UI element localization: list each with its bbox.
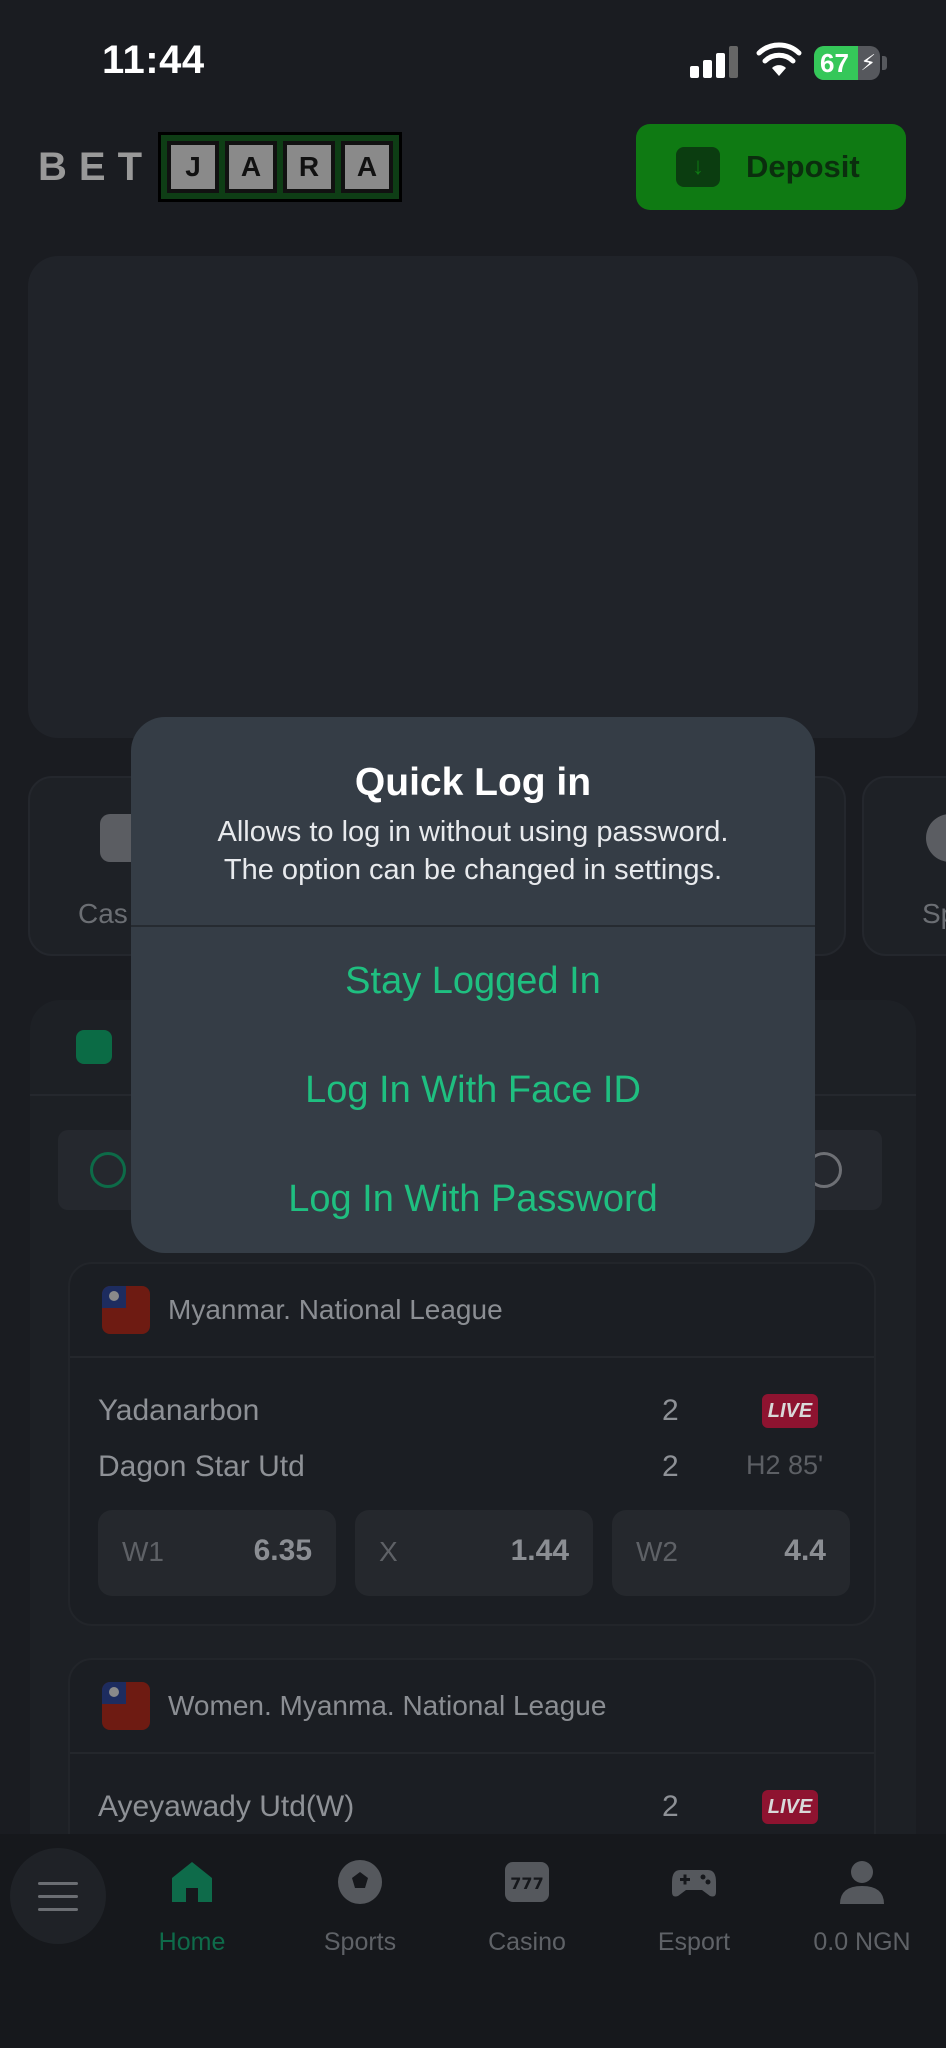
odd-label: W2 bbox=[636, 1536, 678, 1567]
dialog-message-line: The option can be changed in settings. bbox=[223, 854, 723, 886]
nav-item-account[interactable]: 0.0 NGN bbox=[782, 1858, 942, 1978]
odd-button-w2[interactable]: W2 4.4 bbox=[612, 1510, 850, 1596]
wifi-icon bbox=[756, 42, 802, 76]
odd-label: X bbox=[379, 1536, 398, 1567]
password-login-button[interactable]: Log In With Password bbox=[131, 1149, 815, 1249]
league-name: Women. Myanma. National League bbox=[168, 1690, 607, 1721]
home-icon bbox=[172, 1862, 212, 1902]
score-home: 2 bbox=[662, 1394, 679, 1427]
team-home: Yadanarbon bbox=[98, 1394, 260, 1427]
match-time: H2 85' bbox=[746, 1450, 824, 1480]
nav-item-home[interactable]: Home bbox=[112, 1858, 272, 1978]
nav-label: 0.0 NGN bbox=[813, 1928, 911, 1956]
betjara-logo[interactable]: BET J A R A bbox=[38, 132, 402, 202]
category-label: Sp bbox=[922, 898, 946, 929]
category-card-sports[interactable]: Sp bbox=[862, 776, 946, 956]
live-badge: LIVE bbox=[762, 1790, 818, 1824]
nav-item-casino[interactable]: 777 Casino bbox=[447, 1858, 607, 1978]
odd-value: 6.35 bbox=[253, 1534, 312, 1567]
odd-value: 4.4 bbox=[784, 1534, 826, 1567]
wallet-icon: ↓ bbox=[676, 147, 720, 187]
battery-cap bbox=[882, 56, 887, 70]
promo-banner[interactable] bbox=[28, 256, 918, 738]
team-away: Dagon Star Utd bbox=[98, 1450, 305, 1483]
team-home: Ayeyawady Utd(W) bbox=[98, 1790, 355, 1823]
odd-label: W1 bbox=[122, 1536, 164, 1567]
hamburger-menu-icon bbox=[38, 1882, 78, 1912]
battery-icon: 67 ⚡ bbox=[814, 46, 880, 80]
odd-value: 1.44 bbox=[510, 1534, 569, 1567]
stay-logged-in-button[interactable]: Stay Logged In bbox=[131, 931, 815, 1031]
soccer-ball-icon bbox=[338, 1860, 382, 1904]
face-id-login-button[interactable]: Log In With Face ID bbox=[131, 1040, 815, 1140]
category-label: Cas bbox=[78, 898, 128, 929]
quick-login-dialog: Quick Log in Allows to log in without us… bbox=[131, 717, 815, 1253]
dialog-message-line: Allows to log in without using password. bbox=[217, 816, 729, 848]
live-tv-icon bbox=[76, 1030, 112, 1064]
soccer-ball-icon[interactable] bbox=[90, 1152, 126, 1188]
dialog-message: Allows to log in without using password.… bbox=[131, 813, 815, 889]
dialog-title: Quick Log in bbox=[354, 761, 592, 804]
logo-tile: A bbox=[225, 141, 277, 193]
dialog-separator bbox=[131, 925, 815, 927]
odd-button-x[interactable]: X 1.44 bbox=[355, 1510, 593, 1596]
deposit-label: Deposit bbox=[746, 149, 860, 184]
deposit-button[interactable]: ↓ Deposit bbox=[636, 124, 906, 210]
myanmar-flag-icon bbox=[102, 1682, 150, 1730]
status-time: 11:44 bbox=[102, 38, 205, 82]
myanmar-flag-icon bbox=[102, 1286, 150, 1334]
nav-item-sports[interactable]: Sports bbox=[280, 1858, 440, 1978]
nav-label: Home bbox=[158, 1928, 226, 1956]
status-bar: 11:44 67 ⚡ bbox=[0, 0, 946, 120]
ball-icon bbox=[926, 814, 946, 862]
league-header: Myanmar. National League bbox=[70, 1264, 874, 1358]
logo-tile: J bbox=[167, 141, 219, 193]
odd-button-w1[interactable]: W1 6.35 bbox=[98, 1510, 336, 1596]
battery-percent: 67 bbox=[820, 48, 849, 78]
gamepad-icon bbox=[672, 1870, 716, 1897]
nav-item-esport[interactable]: Esport bbox=[614, 1858, 774, 1978]
nav-label: Casino bbox=[488, 1928, 566, 1956]
slot-777-icon: 777 bbox=[505, 1862, 549, 1902]
user-icon bbox=[840, 1861, 884, 1904]
logo-tile: R bbox=[283, 141, 335, 193]
nav-label: Sports bbox=[323, 1928, 397, 1956]
logo-prefix: BET bbox=[38, 144, 154, 189]
league-header: Women. Myanma. National League bbox=[70, 1660, 874, 1754]
score-away: 2 bbox=[662, 1450, 679, 1483]
charging-bolt-icon: ⚡ bbox=[860, 50, 876, 75]
nav-label: Esport bbox=[657, 1928, 731, 1956]
cellular-signal-icon bbox=[690, 46, 738, 78]
logo-tile: A bbox=[341, 141, 393, 193]
score-home: 2 bbox=[662, 1790, 679, 1823]
live-badge: LIVE bbox=[762, 1394, 818, 1428]
league-name: Myanmar. National League bbox=[168, 1294, 503, 1325]
match-card[interactable]: Myanmar. National League Yadanarbon Dago… bbox=[68, 1262, 876, 1626]
logo-tiles: J A R A bbox=[158, 132, 402, 202]
svg-text:777: 777 bbox=[510, 1874, 543, 1893]
